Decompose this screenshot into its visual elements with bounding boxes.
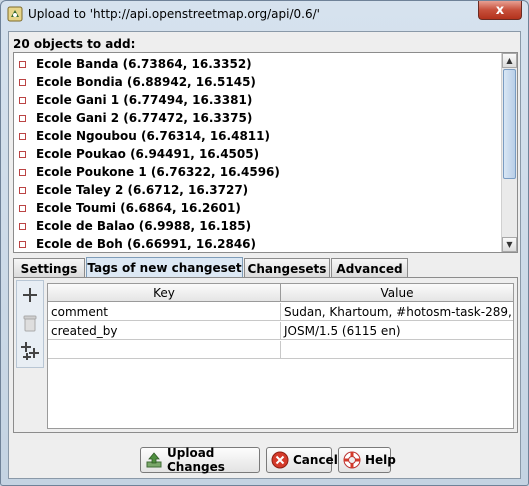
delete-tag-button[interactable] [18,311,42,335]
title-bar[interactable]: Upload to 'http://api.openstreetmap.org/… [1,1,528,29]
row-divider [280,322,281,340]
list-item[interactable]: Ecole de Balao (6.9988, 16.185) [14,217,494,235]
scrollbar-thumb[interactable] [503,69,516,179]
close-icon: x [495,2,505,18]
list-item[interactable]: Ecole Ngoubou (6.76314, 16.4811) [14,127,494,145]
node-icon [19,78,26,86]
help-label: Help [365,453,396,467]
node-icon [19,150,26,158]
node-icon [19,132,26,140]
cancel-icon [271,451,289,469]
list-item-label: Ecole Banda (6.73864, 16.3352) [36,57,252,71]
tag-value-cell[interactable]: JOSM/1.5 (6115 en) [281,322,513,340]
cancel-label: Cancel [293,453,338,467]
table-row[interactable] [48,341,513,359]
list-item[interactable]: Ecole Gani 1 (6.77494, 16.3381) [14,91,494,109]
scroll-up-button[interactable]: ▲ [502,53,517,68]
table-row[interactable]: created_by JOSM/1.5 (6115 en) [48,322,513,340]
add-tag-button[interactable] [18,283,42,307]
table-row[interactable]: comment Sudan, Khartoum, #hotosm-task-28… [48,303,513,321]
cancel-button[interactable]: Cancel [266,447,338,473]
row-divider [280,303,281,321]
node-icon [19,204,26,212]
list-item-label: Ecole Ngoubou (6.76314, 16.4811) [36,129,270,143]
list-item-label: Ecole Poukone 1 (6.76322, 16.4596) [36,165,280,179]
list-item-label: Ecole de Boh (6.66991, 16.2846) [36,237,257,251]
node-icon [19,114,26,122]
josm-app-icon [7,6,23,22]
tags-table-header: Key Value [48,284,513,302]
tag-value-cell[interactable]: Sudan, Khartoum, #hotosm-task-289, ... [281,303,513,321]
tag-tools-toolbar [16,280,44,368]
help-button[interactable]: Help [338,447,396,473]
list-item[interactable]: Ecole de Boh (6.66991, 16.2846) [14,235,494,252]
list-item-label: Ecole Taley 2 (6.6712, 16.3727) [36,183,249,197]
list-item[interactable]: Ecole Bondia (6.88942, 16.5145) [14,73,494,91]
settings-tabs: Settings Tags of new changeset Changeset… [13,257,518,278]
list-item-label: Ecole Gani 2 (6.77472, 16.3375) [36,111,253,125]
delete-icon [23,315,37,332]
list-item[interactable]: Ecole Toumi (6.6864, 16.2601) [14,199,494,217]
tab-settings-label: Settings [20,261,78,276]
add-all-icon [21,342,39,360]
list-item[interactable]: Ecole Poukao (6.94491, 16.4505) [14,145,494,163]
tab-settings[interactable]: Settings [13,258,85,278]
tag-key-cell[interactable]: created_by [48,322,280,340]
node-icon [19,96,26,104]
node-icon [19,222,26,230]
tab-advanced-label: Advanced [336,261,403,276]
list-item[interactable]: Ecole Taley 2 (6.6712, 16.3727) [14,181,494,199]
window-close-button[interactable]: x [478,1,522,20]
list-item-label: Ecole Poukao (6.94491, 16.4505) [36,147,260,161]
column-header-key[interactable]: Key [48,284,280,302]
scroll-down-icon: ▼ [506,240,513,249]
tags-panel: Key Value comment Sudan, Khartoum, #hoto… [13,277,518,433]
upload-dialog-window: Upload to 'http://api.openstreetmap.org/… [0,0,529,486]
add-all-tags-button[interactable] [18,339,42,363]
dialog-button-bar: Upload Changes Cancel Help [9,446,522,474]
add-icon [23,288,37,302]
scroll-up-icon: ▲ [506,56,513,65]
tag-key-cell[interactable]: comment [48,303,280,321]
dialog-content: 20 objects to add: Ecole Banda (6.73864,… [8,31,521,479]
list-item[interactable]: Ecole Gani 2 (6.77472, 16.3375) [14,109,494,127]
objects-to-add-heading: 20 objects to add: [13,37,136,51]
list-item[interactable]: Ecole Banda (6.73864, 16.3352) [14,55,494,73]
upload-changes-button[interactable]: Upload Changes [140,446,260,474]
tab-advanced[interactable]: Advanced [331,258,408,278]
tab-tags-of-new-changeset[interactable]: Tags of new changeset [86,257,243,278]
tags-table[interactable]: Key Value comment Sudan, Khartoum, #hoto… [47,283,514,429]
window-title: Upload to 'http://api.openstreetmap.org/… [28,7,320,21]
list-item-label: Ecole Bondia (6.88942, 16.5145) [36,75,256,89]
tab-changesets-label: Changesets [247,261,327,276]
objects-list-scrollbar[interactable]: ▲ ▼ [501,53,517,252]
node-icon [19,186,26,194]
tab-changesets[interactable]: Changesets [244,258,330,278]
list-item-label: Ecole de Balao (6.9988, 16.185) [36,219,252,233]
upload-changes-label: Upload Changes [167,446,225,474]
row-divider [280,341,281,359]
list-item[interactable]: Ecole Poukone 1 (6.76322, 16.4596) [14,163,494,181]
tag-value-cell[interactable] [281,341,513,359]
objects-list[interactable]: Ecole Banda (6.73864, 16.3352) Ecole Bond… [13,52,518,253]
tag-key-cell[interactable] [48,341,280,359]
help-lifebuoy-icon [343,451,361,469]
node-icon [19,168,26,176]
node-icon [19,240,26,248]
scroll-down-button[interactable]: ▼ [502,237,517,252]
header-divider [280,284,281,302]
node-icon [19,60,26,68]
column-header-value[interactable]: Value [281,284,513,302]
tab-tags-label: Tags of new changeset [87,261,242,275]
upload-icon [146,452,162,468]
list-item-label: Ecole Gani 1 (6.77494, 16.3381) [36,93,253,107]
list-item-label: Ecole Toumi (6.6864, 16.2601) [36,201,241,215]
